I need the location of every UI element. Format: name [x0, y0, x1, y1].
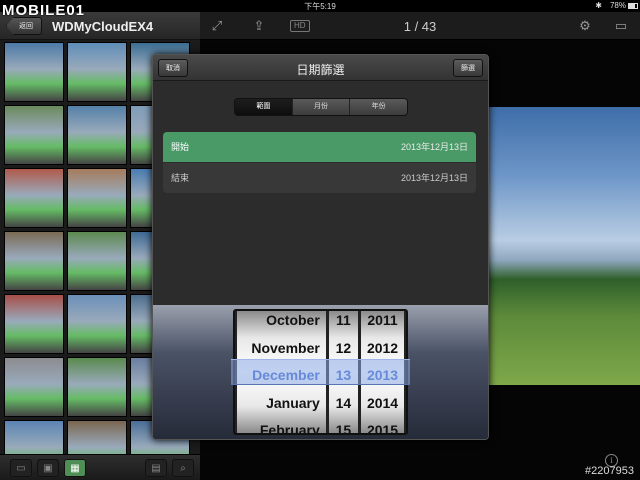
day-option[interactable]: 12	[329, 335, 358, 362]
device-title: WDMyCloudEX4	[52, 19, 154, 34]
year-option[interactable]: 2013	[361, 362, 404, 389]
folder-icon[interactable]: ▭	[10, 459, 32, 477]
end-date-row[interactable]: 結束 2013年12月13日	[163, 163, 476, 193]
photo-thumbnail[interactable]	[67, 294, 127, 354]
single-view-icon[interactable]: ▣	[37, 459, 59, 477]
photo-thumbnail[interactable]	[67, 357, 127, 417]
photo-thumbnail[interactable]	[4, 42, 64, 102]
day-wheel[interactable]: 11 12 13 14 15	[328, 311, 359, 433]
segment-year[interactable]: 年份	[350, 99, 407, 115]
end-value: 2013年12月13日	[400, 173, 468, 183]
year-wheel[interactable]: 2011 2012 2013 2014 2015	[361, 311, 404, 433]
photo-thumbnail[interactable]	[4, 168, 64, 228]
status-time: 下午5:19	[304, 2, 336, 11]
photo-thumbnail[interactable]	[67, 42, 127, 102]
filter-button[interactable]: 篩選	[453, 59, 483, 77]
month-option[interactable]: February	[237, 417, 326, 433]
segment-range[interactable]: 範圍	[235, 99, 293, 115]
photo-thumbnail[interactable]	[67, 168, 127, 228]
watermark-logo: MOBILE01	[2, 2, 86, 19]
month-option[interactable]: January	[237, 390, 326, 417]
viewer-toolbar: ⤢ ⇪ HD 1 / 43 ⚙ ▭	[200, 12, 640, 40]
day-option[interactable]: 15	[329, 417, 358, 433]
start-date-row[interactable]: 開始 2013年12月13日	[163, 132, 476, 162]
start-label: 開始	[171, 142, 190, 152]
picker-wheels: October November December January February 1…	[233, 309, 408, 435]
airplay-icon[interactable]: ▭	[612, 17, 630, 35]
calendar-icon[interactable]: ▤	[145, 459, 167, 477]
day-option[interactable]: 11	[329, 311, 358, 334]
segment-month[interactable]: 月份	[292, 99, 351, 115]
start-value: 2013年12月13日	[400, 142, 468, 152]
status-bar: 下午5:19 ✱ 78%	[0, 0, 640, 12]
year-option[interactable]: 2015	[361, 417, 404, 433]
photo-thumbnail[interactable]	[67, 231, 127, 291]
grid-view-icon[interactable]: ▦	[64, 459, 86, 477]
day-option[interactable]: 13	[329, 362, 358, 389]
month-option[interactable]: December	[237, 362, 326, 389]
month-option[interactable]: November	[237, 335, 326, 362]
dialog-header: 取消 日期篩選 篩選	[153, 55, 488, 81]
month-wheel[interactable]: October November December January February	[237, 311, 326, 433]
date-filter-dialog: 取消 日期篩選 篩選 範圍 月份 年份 開始 2013年12月13日 結束 20…	[152, 54, 489, 440]
photo-thumbnail[interactable]	[4, 105, 64, 165]
bluetooth-icon: ✱	[595, 1, 602, 10]
photo-thumbnail[interactable]	[4, 231, 64, 291]
photo-thumbnail[interactable]	[67, 105, 127, 165]
photo-thumbnail[interactable]	[4, 357, 64, 417]
dialog-title: 日期篩選	[296, 63, 345, 77]
photo-thumbnail[interactable]	[4, 294, 64, 354]
range-segmented-control: 範圍 月份 年份	[234, 98, 408, 116]
back-button[interactable]: 返回	[6, 17, 42, 35]
battery-percentage: 78%	[609, 1, 626, 10]
date-picker: October November December January February 1…	[153, 305, 488, 439]
landscape-photo[interactable]	[488, 107, 640, 385]
photo-id-watermark: #2207953	[585, 465, 634, 477]
search-icon[interactable]: ⌕	[172, 459, 194, 477]
gear-icon[interactable]: ⚙	[576, 17, 594, 35]
end-label: 結束	[171, 173, 190, 183]
day-option[interactable]: 14	[329, 390, 358, 417]
year-option[interactable]: 2011	[361, 311, 404, 334]
battery-icon	[628, 3, 638, 9]
year-option[interactable]: 2012	[361, 335, 404, 362]
sidebar-toolbar: ▭ ▣ ▦ ▤ ⌕	[0, 454, 200, 480]
photo-counter: 1 / 43	[403, 19, 437, 34]
month-option[interactable]: October	[237, 311, 326, 334]
year-option[interactable]: 2014	[361, 390, 404, 417]
